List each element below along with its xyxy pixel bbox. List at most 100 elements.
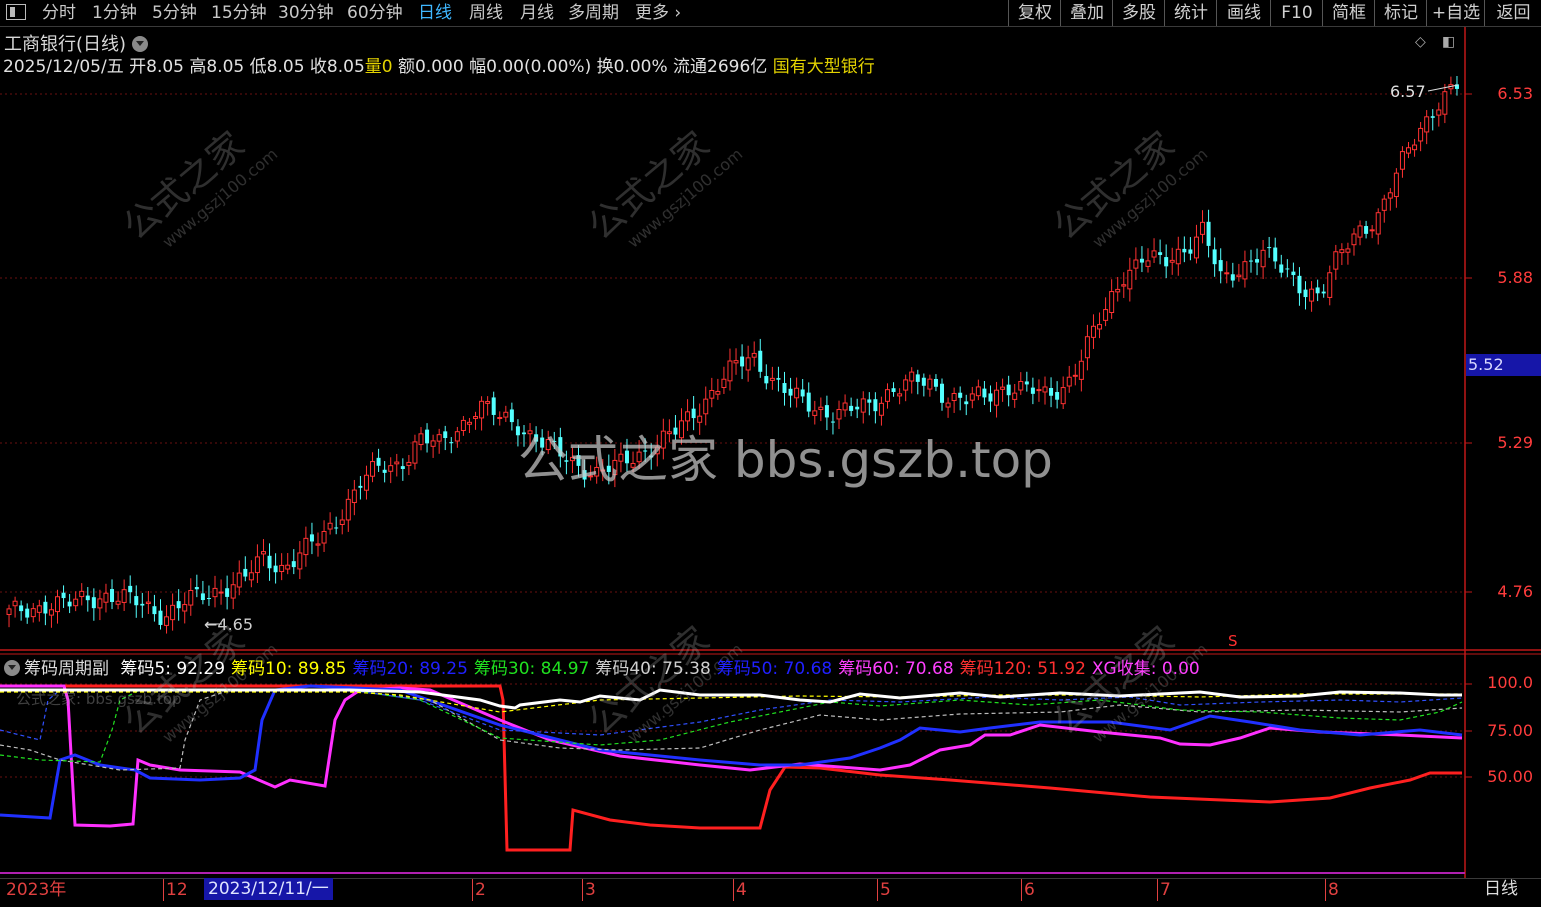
- candle-body: [1200, 221, 1206, 235]
- candle-body: [158, 610, 163, 625]
- indicator-value: 筹码50: 70.68: [716, 659, 833, 679]
- candle-body: [61, 592, 66, 599]
- selected-date[interactable]: 2023/12/11/一: [204, 878, 333, 900]
- candle-body: [1000, 386, 1006, 390]
- candle-body: [418, 433, 424, 446]
- candle-body: [1158, 252, 1163, 255]
- candle-body: [91, 597, 96, 609]
- candle-body: [1006, 384, 1011, 396]
- candle-body: [1339, 249, 1345, 254]
- candle-body: [134, 596, 139, 606]
- candle-body: [1030, 387, 1035, 394]
- candle-body: [97, 598, 103, 609]
- high-arrow: [1427, 84, 1459, 92]
- indicator-dropdown-icon[interactable]: [4, 660, 20, 676]
- candle-body: [1345, 248, 1351, 253]
- candle-body: [454, 431, 460, 442]
- series-line-chip60: [0, 684, 1463, 828]
- candle-body: [1212, 249, 1217, 265]
- candle-body: [1078, 360, 1084, 380]
- candle-body: [485, 401, 491, 404]
- candle-body: [1351, 233, 1357, 246]
- candle-body: [285, 564, 291, 570]
- candle-body: [878, 402, 884, 416]
- candle-body: [1279, 264, 1284, 273]
- date-tick-label: 2023年: [6, 880, 67, 900]
- indicator-value: 筹码30: 84.97: [473, 659, 590, 679]
- indicator-name[interactable]: 筹码周期副: [24, 659, 109, 679]
- indicator-value: 筹码120: 51.92: [959, 659, 1086, 679]
- candle-body: [1175, 248, 1181, 265]
- candle-body: [764, 376, 769, 384]
- candle-body: [443, 431, 448, 438]
- indicator-header: 筹码周期副 筹码5: 92.29 筹码10: 89.85 筹码20: 89.25 筹码…: [4, 654, 1200, 679]
- candle-body: [1309, 288, 1315, 302]
- candle-body: [1236, 274, 1242, 278]
- candle-body: [479, 400, 485, 419]
- candle-body: [915, 374, 920, 382]
- candle-body: [818, 406, 824, 411]
- candle-body: [1072, 374, 1078, 377]
- candle-body: [1315, 287, 1320, 294]
- candle-body: [709, 389, 715, 399]
- candle-body: [152, 606, 157, 615]
- candle-body: [1424, 116, 1430, 133]
- period-label: 日线: [1484, 879, 1518, 899]
- candle-body: [334, 527, 339, 529]
- candle-body: [891, 388, 896, 392]
- candle-body: [430, 440, 436, 447]
- candle-body: [873, 399, 878, 412]
- candle-body: [309, 534, 314, 542]
- candle-body: [824, 405, 829, 418]
- date-tick-label: 2: [472, 879, 486, 901]
- candle-body: [1055, 392, 1060, 400]
- candle-body: [921, 377, 926, 386]
- candle-body: [836, 409, 842, 420]
- candle-body: [1242, 261, 1248, 280]
- candle-body: [867, 399, 872, 403]
- candle-body: [933, 379, 938, 387]
- candle-body: [225, 588, 230, 597]
- candle-body: [691, 408, 696, 419]
- candle-body: [1109, 291, 1115, 314]
- candle-body: [782, 383, 787, 393]
- candle-body: [1399, 151, 1405, 170]
- date-tick-label: 7: [1157, 879, 1171, 901]
- candle-body: [145, 601, 151, 604]
- candle-body: [1333, 251, 1339, 270]
- candle-body: [339, 519, 345, 525]
- indicator-value: 筹码5: 92.29: [120, 659, 226, 679]
- candle-body: [412, 441, 418, 464]
- candle-body: [1273, 247, 1278, 262]
- candle-body: [388, 465, 394, 472]
- indicator-value: XG收集: 0.00: [1091, 659, 1200, 679]
- candle-body: [1369, 229, 1375, 232]
- candle-body: [1018, 381, 1024, 391]
- candle-body: [48, 609, 54, 616]
- candle-body: [1188, 249, 1193, 254]
- candle-body: [509, 409, 514, 423]
- candle-body: [1097, 324, 1103, 330]
- candle-body: [940, 383, 945, 403]
- candle-body: [67, 601, 72, 607]
- candle-body: [745, 357, 751, 371]
- candle-body: [1430, 116, 1435, 118]
- candle-body: [230, 584, 236, 599]
- candle-body: [794, 387, 800, 399]
- candle-body: [503, 411, 509, 418]
- candle-body: [297, 552, 303, 570]
- candle-body: [327, 522, 333, 530]
- candle-body: [1090, 325, 1096, 338]
- candle-body: [1364, 226, 1369, 234]
- candle-body: [1169, 259, 1175, 263]
- candle-body: [1049, 387, 1054, 396]
- candle-body: [897, 393, 903, 397]
- price-axis-label: 5.29: [1497, 433, 1533, 452]
- candle-body: [218, 591, 224, 594]
- indicator-values: 筹码5: 92.29 筹码10: 89.85 筹码20: 89.25 筹码30: 84…: [114, 659, 1199, 679]
- candle-body: [751, 352, 757, 358]
- candle-body: [273, 565, 278, 573]
- candle-body: [6, 608, 12, 616]
- candle-body: [849, 405, 854, 411]
- date-tick-label: 5: [877, 879, 891, 901]
